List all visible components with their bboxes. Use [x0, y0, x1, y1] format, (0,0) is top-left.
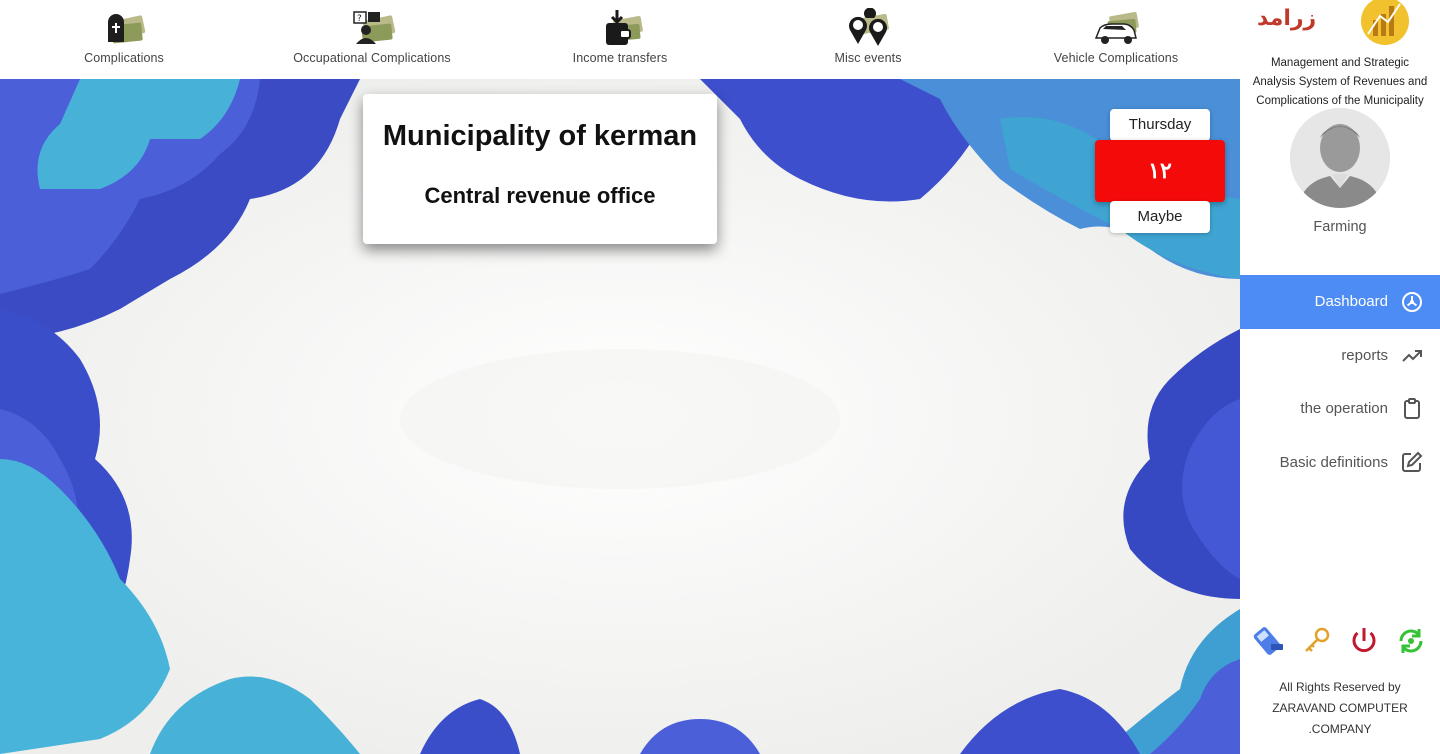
brand-chart-logo-icon [1361, 0, 1409, 45]
date-day: ۱۲ [1095, 140, 1225, 202]
edit-icon [1402, 451, 1423, 473]
refresh-icon [1399, 629, 1422, 653]
brand-logo-text: زرامد [1257, 6, 1317, 31]
copyright-line: All Rights Reserved by [1279, 680, 1401, 694]
svg-text:?: ? [357, 14, 362, 24]
sidebar-item-label: Dashboard [1314, 293, 1388, 311]
power-icon [1352, 628, 1375, 653]
sidebar-tools [1240, 624, 1440, 658]
refresh-button[interactable] [1394, 624, 1428, 658]
sidebar: زرامد Management and Strategic Analysis … [1240, 0, 1440, 754]
calendar-date-card: Thursday ۱۲ Maybe [1095, 109, 1225, 234]
nav-label: Income transfers [572, 51, 668, 65]
tombstone-money-icon [108, 14, 146, 44]
sidebar-item-label: the operation [1300, 400, 1388, 418]
sidebar-item-basic-definitions[interactable]: Basic definitions [1240, 436, 1440, 490]
nav-item-vehicle-complications[interactable]: Vehicle Complications [992, 0, 1240, 79]
nav-item-misc-events[interactable]: Misc events [744, 0, 992, 79]
avatar[interactable] [1290, 108, 1390, 208]
trending-up-icon [1402, 350, 1422, 362]
worker-money-icon: ? [353, 11, 396, 44]
top-navigation: Complications ? Occupational Complicatio… [0, 0, 1240, 79]
sidebar-item-dashboard[interactable]: Dashboard [1240, 275, 1440, 329]
nav-label: Complications [84, 51, 164, 65]
user-silhouette-icon [1290, 108, 1390, 208]
nav-item-income-transfers[interactable]: Income transfers [496, 0, 744, 79]
copyright-notice: All Rights Reserved by ZARAVAND COMPUTER… [1240, 677, 1440, 740]
nav-label: Misc events [834, 51, 902, 65]
nav-item-complications[interactable]: Complications [0, 0, 248, 79]
app-title: Management and Strategic Analysis System… [1240, 54, 1440, 111]
sidebar-menu: Dashboard reports the operation Basic de… [1240, 275, 1440, 489]
app-title-line: Management and Strategic [1270, 57, 1410, 69]
sidebar-item-the-operation[interactable]: the operation [1240, 382, 1440, 436]
date-weekday: Thursday [1110, 109, 1210, 141]
sidebar-item-label: Basic definitions [1279, 453, 1388, 471]
sidebar-item-reports[interactable]: reports [1240, 329, 1440, 383]
user-name: Farming [1313, 219, 1367, 235]
pos-terminal-icon [1253, 627, 1283, 655]
nav-label: Vehicle Complications [1053, 51, 1179, 65]
key-button[interactable] [1300, 624, 1334, 658]
date-month: Maybe [1110, 201, 1210, 233]
page-subtitle: Central revenue office [424, 183, 656, 208]
app-title-line: Analysis System of Revenues and [1252, 76, 1428, 88]
copyright-line: ZARAVAND COMPUTER [1272, 701, 1408, 715]
nav-label: Occupational Complications [293, 51, 451, 65]
transfer-money-icon [606, 10, 643, 45]
copyright-line: .COMPANY [1308, 722, 1372, 736]
dashboard-gauge-icon [1402, 291, 1422, 312]
sidebar-item-label: reports [1341, 346, 1388, 364]
clipboard-icon [1404, 397, 1420, 419]
map-pins-money-icon [849, 8, 889, 46]
key-icon [1304, 627, 1329, 652]
nav-item-occupational-complications[interactable]: ? Occupational Complications [248, 0, 496, 79]
page-title: Municipality of kerman [382, 120, 698, 152]
logout-button[interactable] [1347, 624, 1381, 658]
car-money-icon [1094, 12, 1139, 44]
pos-terminal-button[interactable] [1253, 624, 1287, 658]
municipality-title-card: Municipality of kerman Central revenue o… [363, 94, 717, 244]
logo-area: زرامد [1240, 0, 1440, 54]
dashboard-main: Municipality of kerman Central revenue o… [0, 79, 1240, 754]
